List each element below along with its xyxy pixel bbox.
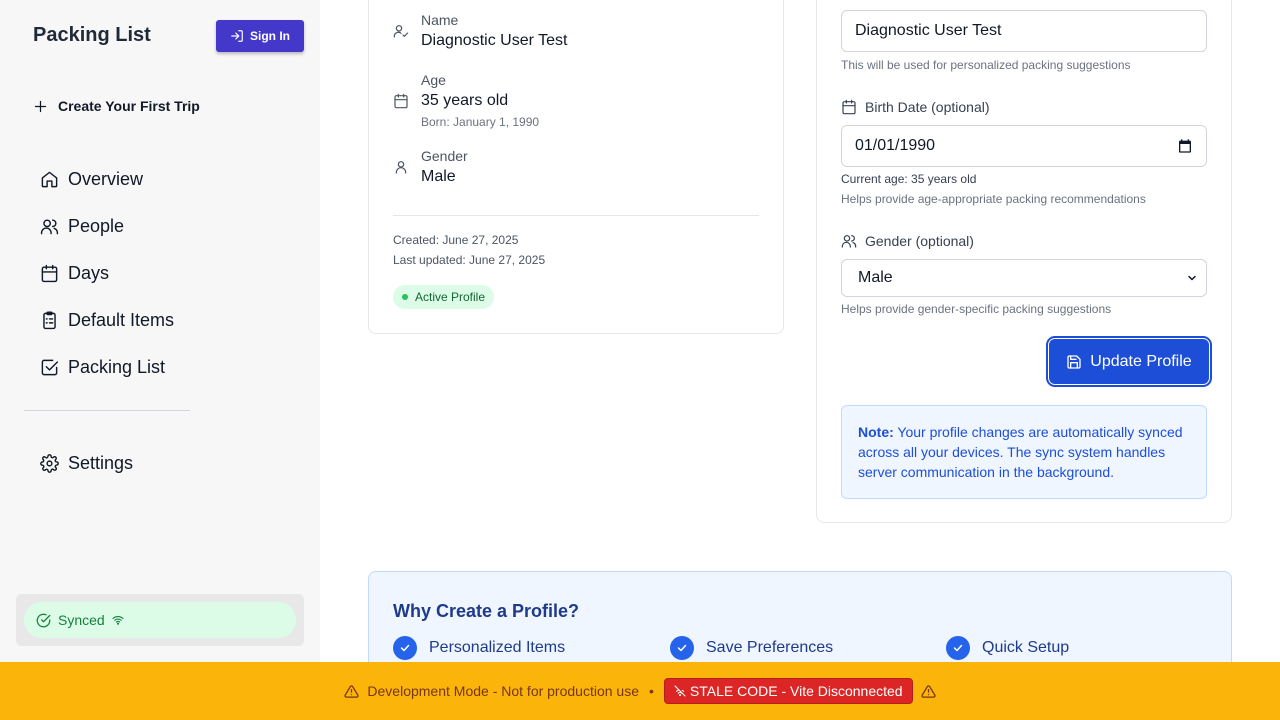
profile-age-row: Age 35 years old Born: January 1, 1990	[393, 72, 539, 129]
age-label: Age	[421, 72, 446, 88]
gear-icon	[40, 454, 59, 473]
nav-label: People	[68, 216, 125, 236]
gender-value: Male	[421, 168, 456, 185]
nav-item-people[interactable]: People	[40, 203, 174, 250]
gender-label-text: Gender (optional)	[865, 233, 974, 249]
nav-label: Days	[68, 263, 110, 283]
nav-item-settings[interactable]: Settings	[40, 440, 133, 487]
name-value: Diagnostic User Test	[421, 32, 568, 49]
gender-select[interactable]: Male	[841, 259, 1207, 297]
calendar-icon	[394, 93, 408, 108]
dev-mode-message: Development Mode - Not for production us…	[367, 683, 639, 699]
note-text: Your profile changes are automatically s…	[858, 424, 1183, 480]
sync-status-badge[interactable]: Synced	[24, 602, 296, 638]
birth-date-field[interactable]: 01/01/1990	[841, 125, 1207, 167]
main-nav: Overview People Days Default Items Packi…	[40, 156, 174, 391]
app-title: Packing List	[33, 24, 151, 46]
note-bold: Note:	[858, 424, 894, 440]
create-trip-button[interactable]: Create Your First Trip	[33, 98, 200, 114]
user-icon	[395, 161, 407, 174]
current-age: Current age: 35 years old	[841, 172, 977, 186]
wifi-off-icon	[674, 685, 686, 697]
plus-icon	[34, 100, 47, 112]
calendar-icon	[41, 264, 58, 283]
calendar-icon	[842, 99, 856, 115]
settings-label: Settings	[68, 453, 134, 473]
profile-summary-card: Name Diagnostic User Test Age 35 years o…	[368, 0, 784, 334]
status-badge: Active Profile	[393, 285, 495, 309]
birth-date-help: Helps provide age-appropriate packing re…	[841, 192, 1146, 206]
sync-status-label: Synced	[58, 612, 105, 628]
birth-date-label: Birth Date (optional)	[841, 99, 990, 115]
warning-icon	[344, 684, 360, 698]
benefit-label: Quick Setup	[982, 639, 1070, 656]
nav-label: Default Items	[68, 310, 175, 330]
sync-note: Note: Your profile changes are automatic…	[841, 405, 1207, 499]
status-badge-label: Active Profile	[415, 290, 486, 304]
why-title: Why Create a Profile?	[393, 601, 580, 621]
birth-date-value: 01/01/1990	[855, 137, 936, 154]
sync-status-panel: Synced	[16, 594, 304, 646]
sign-in-label: Sign In	[250, 29, 290, 43]
clipboard-list-icon	[43, 311, 56, 330]
check-circle-icon	[36, 613, 51, 627]
gender-help: Helps provide gender-specific packing su…	[841, 302, 1112, 316]
wifi-icon	[112, 616, 124, 625]
sign-in-button[interactable]: Sign In	[216, 20, 304, 52]
nav-label: Overview	[68, 169, 144, 189]
home-icon	[41, 171, 58, 188]
users-icon	[40, 219, 59, 235]
sidebar-divider	[24, 410, 190, 411]
status-dot	[402, 294, 408, 300]
save-icon	[1067, 354, 1081, 369]
dev-bar-separator: •	[649, 683, 654, 699]
stale-code-label: STALE CODE - Vite Disconnected	[689, 683, 903, 699]
gender-select-value: Male	[858, 269, 893, 286]
edit-profile-card: Diagnostic User Test This will be used f…	[816, 0, 1232, 523]
update-profile-button[interactable]: Update Profile	[1046, 336, 1212, 387]
nav-item-packing-list[interactable]: Packing List	[40, 344, 174, 391]
check-icon	[670, 636, 694, 660]
calendar-picker-icon[interactable]	[1177, 138, 1193, 154]
dev-mode-bar: Development Mode - Not for production us…	[0, 662, 1280, 720]
log-in-icon	[231, 30, 243, 42]
gender-label: Gender	[421, 148, 468, 164]
sidebar: Packing List Sign In Create Your First T…	[0, 0, 320, 662]
check-square-icon	[41, 359, 59, 376]
benefit-label: Save Preferences	[706, 639, 834, 656]
check-icon	[946, 636, 970, 660]
nav-item-days[interactable]: Days	[40, 250, 174, 297]
updated-date: Last updated: June 27, 2025	[393, 253, 546, 267]
name-field[interactable]: Diagnostic User Test	[841, 10, 1207, 52]
nav-item-overview[interactable]: Overview	[40, 156, 174, 203]
nav-item-default-items[interactable]: Default Items	[40, 297, 174, 344]
born-date: Born: January 1, 1990	[421, 115, 540, 129]
check-icon	[393, 636, 417, 660]
birth-date-label-text: Birth Date (optional)	[865, 99, 990, 115]
stale-code-badge[interactable]: STALE CODE - Vite Disconnected	[663, 678, 913, 704]
create-trip-label: Create Your First Trip	[58, 98, 200, 114]
name-help: This will be used for personalized packi…	[841, 58, 1131, 72]
benefit-label: Personalized Items	[429, 639, 566, 656]
age-value: 35 years old	[421, 92, 509, 109]
profile-name-row: Name Diagnostic User Test	[393, 12, 567, 50]
users-icon	[841, 235, 857, 248]
profile-gender-row: Gender Male	[393, 148, 468, 186]
chevron-down-icon	[1188, 275, 1196, 281]
gender-field-label: Gender (optional)	[841, 233, 974, 249]
nav-label: Packing List	[68, 357, 166, 377]
benefit-item: Personalized Items	[393, 636, 565, 660]
created-date: Created: June 27, 2025	[393, 233, 519, 247]
user-check-icon	[393, 25, 409, 38]
warning-icon	[920, 684, 936, 698]
card-divider	[393, 215, 759, 216]
benefit-item: Save Preferences	[670, 636, 833, 660]
name-label: Name	[421, 12, 459, 28]
update-profile-label: Update Profile	[1090, 352, 1192, 370]
benefit-item: Quick Setup	[946, 636, 1069, 660]
